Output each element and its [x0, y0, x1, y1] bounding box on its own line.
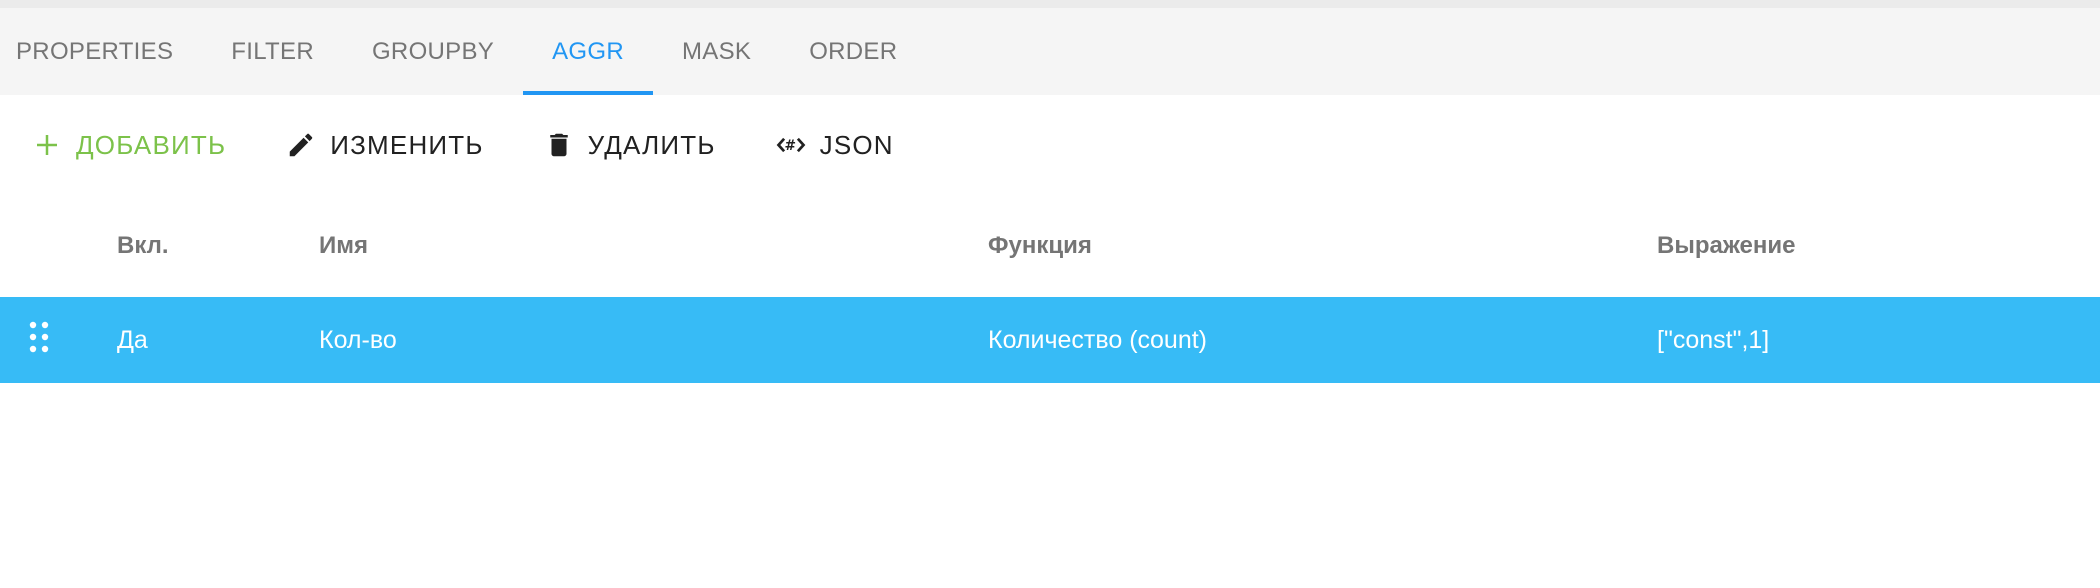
code-icon: #: [776, 130, 806, 160]
trash-icon: [544, 130, 574, 160]
tab-groupby[interactable]: GROUPBY: [343, 8, 523, 95]
delete-button-label: УДАЛИТЬ: [587, 129, 716, 160]
tab-filter[interactable]: FILTER: [202, 8, 343, 95]
tab-aggr[interactable]: AGGR: [523, 8, 653, 95]
tab-bar: PROPERTIES FILTER GROUPBY AGGR MASK ORDE…: [0, 8, 2100, 95]
tab-properties[interactable]: PROPERTIES: [0, 8, 202, 95]
column-header-expression[interactable]: Выражение: [1657, 232, 2100, 260]
row-drag-cell: [0, 320, 117, 361]
add-button[interactable]: ДОБАВИТЬ: [18, 120, 240, 171]
table-header: Вкл. Имя Функция Выражение: [0, 195, 2100, 297]
cell-function: Количество (count): [988, 325, 1208, 354]
json-button[interactable]: # JSON: [762, 120, 908, 171]
cell-enabled: Да: [117, 325, 148, 354]
column-header-name[interactable]: Имя: [319, 232, 988, 260]
tab-mask[interactable]: MASK: [653, 8, 780, 95]
edit-button[interactable]: ИЗМЕНИТЬ: [272, 120, 497, 171]
plus-icon: [32, 130, 62, 160]
drag-handle-icon[interactable]: [28, 320, 50, 361]
tab-order[interactable]: ORDER: [780, 8, 926, 95]
edit-button-label: ИЗМЕНИТЬ: [330, 129, 484, 160]
toolbar: ДОБАВИТЬ ИЗМЕНИТЬ УДАЛИТЬ # JSON: [0, 95, 2100, 195]
delete-button[interactable]: УДАЛИТЬ: [530, 120, 730, 171]
svg-text:#: #: [784, 138, 797, 154]
column-header-function[interactable]: Функция: [988, 232, 1657, 260]
top-strip: [0, 0, 2100, 8]
aggr-table: Вкл. Имя Функция Выражение Да Кол-во Кол…: [0, 195, 2100, 383]
pencil-icon: [286, 130, 316, 160]
table-row[interactable]: Да Кол-во Количество (count) ["const",1]: [0, 297, 2100, 383]
add-button-label: ДОБАВИТЬ: [76, 129, 227, 160]
cell-expression: ["const",1]: [1657, 325, 1770, 354]
cell-name: Кол-во: [319, 325, 397, 354]
column-header-enabled[interactable]: Вкл.: [117, 232, 319, 260]
json-button-label: JSON: [819, 129, 894, 160]
